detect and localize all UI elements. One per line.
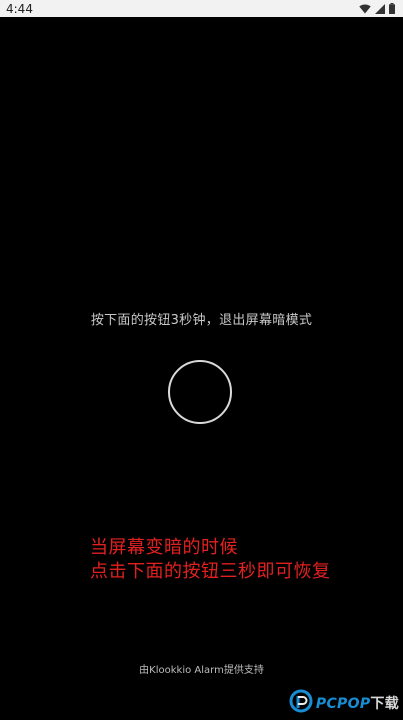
tip-line-1: 当屏幕变暗的时候: [90, 537, 238, 558]
watermark-text: PCPOP下载: [316, 693, 399, 713]
overlay-tip: 当屏幕变暗的时候 点击下面的按钮三秒即可恢复: [90, 536, 331, 584]
watermark-suffix: 下载: [370, 696, 399, 712]
status-time: 4:44: [6, 1, 33, 16]
watermark: PCPOP下载: [289, 689, 399, 717]
status-icons: [359, 3, 395, 14]
status-bar: 4:44: [0, 0, 403, 17]
tip-line-2: 点击下面的按钮三秒即可恢复: [90, 561, 331, 582]
instruction-text: 按下面的按钮3秒钟，退出屏幕暗模式: [90, 313, 313, 328]
wifi-icon: [359, 3, 371, 14]
battery-icon: [389, 3, 395, 14]
signal-icon: [375, 3, 385, 14]
exit-dark-mode-button[interactable]: [168, 360, 232, 424]
powered-by-text: 由Klookkio Alarm提供支持: [139, 665, 264, 676]
pcpop-logo-icon: [289, 689, 313, 717]
watermark-brand: PCPOP: [315, 696, 371, 712]
